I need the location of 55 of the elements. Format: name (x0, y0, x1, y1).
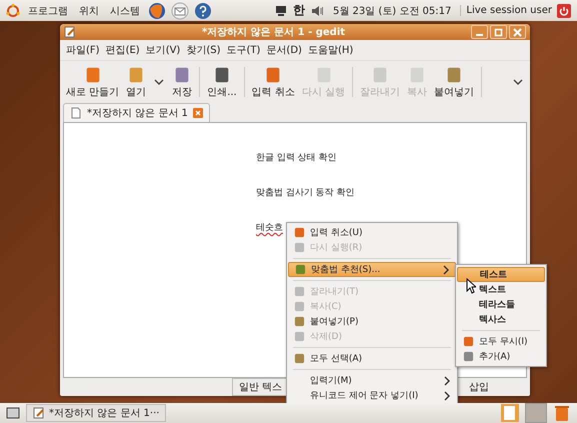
window-title: *저장하지 않은 문서 1 - gedit (200, 26, 346, 39)
menu-item[interactable]: 맞춤법 추천(S)... (288, 262, 456, 277)
task-label: *저장하지 않은 문서 1··· (49, 407, 160, 420)
toolbar-button[interactable]: 입력 취소 (250, 64, 297, 100)
menu-item[interactable]: 편집(E) (106, 43, 140, 57)
insert-mode-field: 삽입 (456, 379, 502, 395)
close-button[interactable] (509, 25, 526, 39)
menu-item[interactable]: 찾기(S) (186, 43, 220, 57)
logo-icon[interactable] (6, 4, 20, 18)
toolbar-button[interactable]: 붙여넣기 (432, 64, 476, 100)
power-icon[interactable] (557, 4, 571, 18)
envelope-icon[interactable] (171, 2, 189, 20)
toolbar-button[interactable]: 저장 (170, 64, 194, 100)
menu-item[interactable]: 파일(F) (66, 43, 100, 57)
menu-item[interactable]: 문서(D) (266, 43, 302, 57)
workspace-switcher[interactable] (525, 403, 547, 423)
text-line: 맞춤법 검사기 동작 확인 (256, 187, 355, 199)
monitor-icon[interactable] (274, 4, 288, 18)
toolbar-button[interactable]: 새로 만들기 (64, 64, 122, 100)
maximize-icon (494, 28, 503, 36)
menu-item[interactable]: 도구(T) (226, 43, 260, 57)
maximize-button[interactable] (490, 25, 507, 39)
close-icon (513, 28, 522, 36)
text-line: 한글 입력 상태 확인 (256, 152, 337, 164)
document-icon (70, 107, 82, 119)
panel-menu[interactable]: 프로그램 (25, 4, 71, 18)
text-line: 테숫흐 (256, 222, 283, 234)
minimize-button[interactable] (471, 25, 488, 39)
taskbar-button[interactable]: *저장하지 않은 문서 1··· (26, 404, 166, 422)
menu-item[interactable]: 도움말(H) (308, 43, 354, 57)
clock[interactable]: 5월 23일 (토) 오전 05:17 (328, 4, 456, 18)
document-tab[interactable]: *저장하지 않은 문서 1 (63, 103, 210, 122)
notepad-icon[interactable] (501, 404, 519, 422)
menu-item[interactable]: 붙여넣기(P) (287, 314, 457, 329)
show-desktop-icon[interactable] (6, 406, 20, 420)
toolbar-button[interactable]: 인쇄... (205, 64, 239, 100)
tab-label: *저장하지 않은 문서 1 (87, 107, 188, 120)
notepad-icon (33, 407, 45, 419)
help-icon[interactable] (194, 2, 212, 20)
notepad-icon (64, 26, 76, 38)
panel-menu[interactable]: 위치 (76, 4, 102, 18)
menu-item[interactable]: 보기(V) (146, 43, 180, 57)
minimize-icon (476, 34, 483, 36)
overflow-chevron-icon[interactable] (513, 79, 523, 85)
panel-menu[interactable]: 시스템 (107, 4, 143, 18)
mouse-pointer-icon (466, 278, 476, 294)
menu-item[interactable]: 입력 취소(U) (287, 225, 457, 240)
user-name[interactable]: Live session user (460, 5, 552, 16)
input-method-indicator[interactable]: 한 (292, 2, 305, 19)
menu-item[interactable]: 모두 선택(A) (287, 351, 457, 366)
menu-item[interactable]: 테스트 (457, 267, 545, 282)
speaker-icon[interactable] (310, 4, 324, 18)
close-icon[interactable] (192, 108, 203, 118)
globe-icon[interactable] (148, 2, 166, 20)
toolbar-button[interactable]: 열기 (124, 64, 148, 100)
